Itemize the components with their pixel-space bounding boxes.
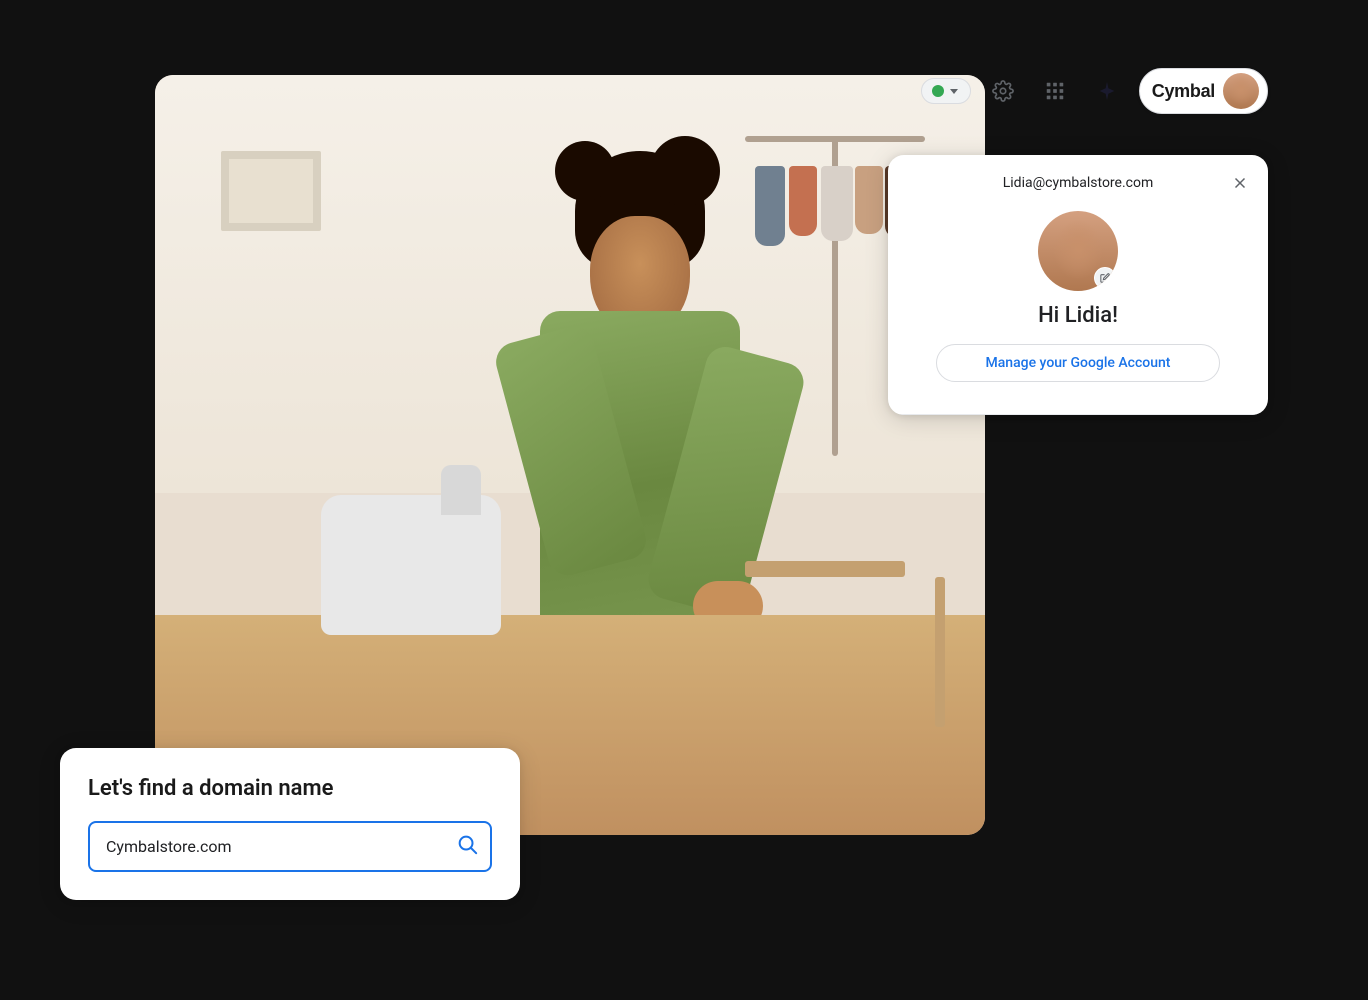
garment-3 [821,166,853,241]
main-scene: Cymbal Lidia@cymbalstore.com [0,0,1368,1000]
domain-search-input[interactable] [106,837,448,856]
ai-button[interactable] [1087,71,1127,111]
shelf-board [745,561,905,577]
grid-icon [1044,80,1066,102]
cymbal-account-button[interactable]: Cymbal [1139,68,1268,114]
apps-button[interactable] [1035,71,1075,111]
domain-search-widget: Let's find a domain name [60,748,520,900]
domain-widget-title: Let's find a domain name [88,776,492,801]
popup-email: Lidia@cymbalstore.com [888,155,1268,203]
search-button[interactable] [456,833,478,860]
popup-greeting: Hi Lidia! [1038,303,1118,328]
popup-divider [888,414,1268,415]
popup-avatar [1038,211,1118,291]
avatar-face [1223,73,1259,109]
manage-account-button[interactable]: Manage your Google Account [936,344,1220,382]
hero-image [155,75,985,835]
toolbar: Cymbal [921,68,1268,114]
popup-close-button[interactable] [1224,167,1256,199]
pencil-icon [1100,273,1110,283]
wall-art [221,151,321,231]
popup-avatar-edit-button[interactable] [1094,267,1116,289]
domain-search-row [88,821,492,872]
status-dot [932,85,944,97]
close-icon [1231,174,1249,192]
status-button[interactable] [921,78,971,104]
sewing-machine [321,495,501,635]
garment-4 [855,166,883,234]
search-icon [456,833,478,855]
shelf [745,531,945,731]
chevron-down-icon [950,89,958,94]
user-avatar-small [1223,73,1259,109]
popup-avatar-section: Hi Lidia! Manage your Google Account [888,203,1268,398]
gear-icon [992,80,1014,102]
account-popup: Lidia@cymbalstore.com Hi Lidia! Manage y… [888,155,1268,415]
scene-background [155,75,985,835]
cymbal-brand-label: Cymbal [1152,81,1215,102]
sparkle-icon [1096,80,1118,102]
settings-button[interactable] [983,71,1023,111]
shelf-leg [935,577,945,727]
